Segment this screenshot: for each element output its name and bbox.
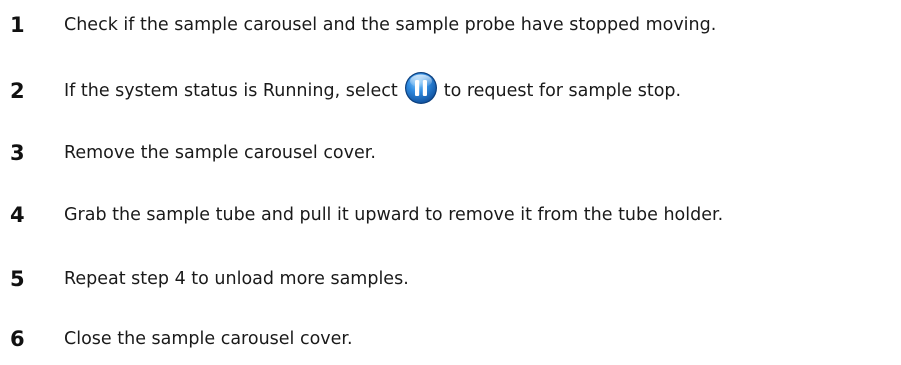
step-2: 2 If the system status is Running, selec… <box>0 71 901 111</box>
step-3: 3 Remove the sample carousel cover. <box>0 133 901 173</box>
step-number: 6 <box>10 327 25 351</box>
step-number: 1 <box>10 13 25 37</box>
procedure-steps: 1 Check if the sample carousel and the s… <box>0 0 901 365</box>
step-text: If the system status is Running, select <box>64 71 681 111</box>
step-text: Check if the sample carousel and the sam… <box>64 15 717 35</box>
step-number: 5 <box>10 267 25 291</box>
step-4: 4 Grab the sample tube and pull it upwar… <box>0 195 901 235</box>
step-number: 4 <box>10 203 25 227</box>
step-text: Repeat step 4 to unload more samples. <box>64 269 409 289</box>
step-text-after: to request for sample stop. <box>443 81 682 101</box>
step-number: 3 <box>10 141 25 165</box>
step-text: Remove the sample carousel cover. <box>64 143 376 163</box>
step-text: Grab the sample tube and pull it upward … <box>64 205 724 225</box>
step-text-before: If the system status is Running, select <box>64 81 398 101</box>
pause-icon <box>404 71 438 105</box>
step-5: 5 Repeat step 4 to unload more samples. <box>0 259 901 299</box>
step-text: Close the sample carousel cover. <box>64 329 353 349</box>
step-number: 2 <box>10 79 25 103</box>
step-1: 1 Check if the sample carousel and the s… <box>0 5 901 45</box>
step-6: 6 Close the sample carousel cover. <box>0 319 901 359</box>
